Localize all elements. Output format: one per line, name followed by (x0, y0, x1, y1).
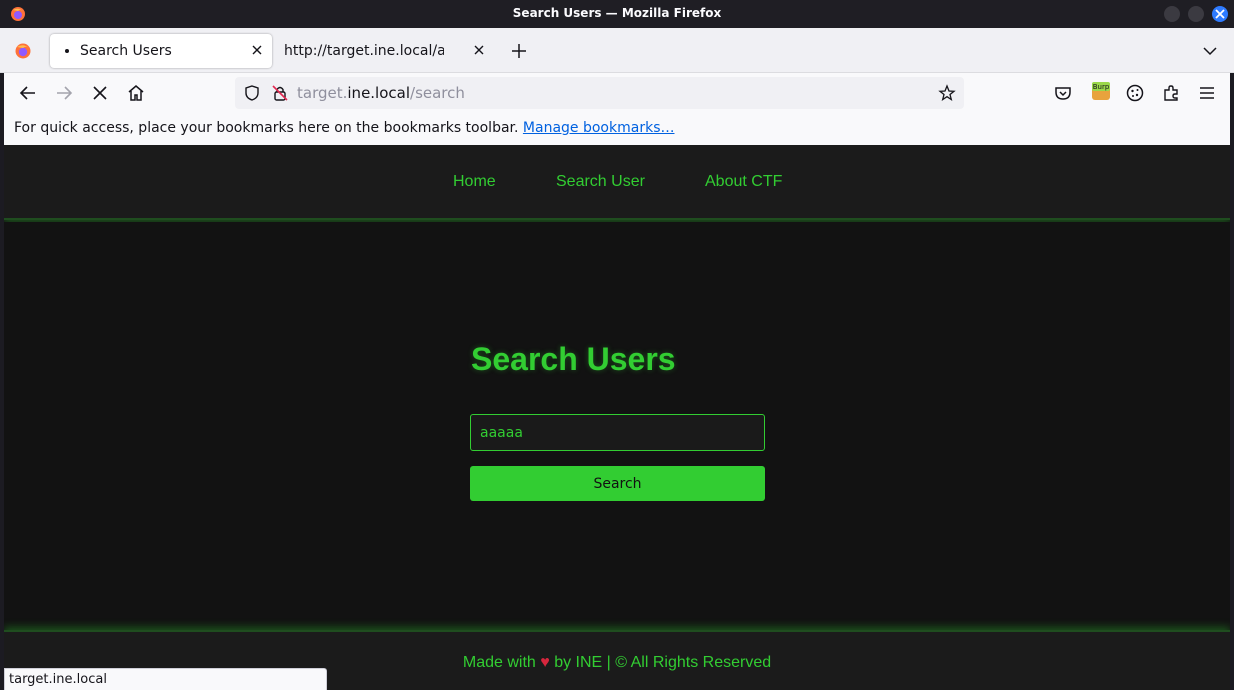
web-page: Home Search User About CTF Search Users … (4, 145, 1230, 690)
close-icon (1215, 9, 1225, 19)
window-title: Search Users — Mozilla Firefox (512, 6, 722, 20)
nav-link-about-ctf[interactable]: About CTF (705, 173, 782, 191)
bookmarks-toolbar: For quick access, place your bookmarks h… (4, 113, 1230, 145)
url-host: ine.local (347, 84, 411, 102)
url-bar[interactable]: target.ine.local/search (235, 77, 964, 109)
nav-link-search-user[interactable]: Search User (556, 173, 645, 191)
page-title: Search Users (471, 341, 676, 377)
tab-about-ctf[interactable]: http://target.ine.local/about-ctf (276, 34, 494, 68)
bookmarks-message: For quick access, place your bookmarks h… (14, 120, 674, 136)
nav-link-home[interactable]: Home (453, 173, 496, 191)
search-button[interactable]: Search (470, 466, 765, 501)
new-tab-icon[interactable] (509, 41, 529, 61)
site-header: Home Search User About CTF (4, 145, 1230, 220)
back-arrow-icon[interactable] (18, 83, 38, 103)
close-tab-icon[interactable] (472, 43, 486, 57)
extensions-puzzle-icon[interactable] (1161, 83, 1181, 103)
maximize-button[interactable] (1188, 6, 1204, 22)
window-border-right (1230, 73, 1234, 690)
footer-made-with: Made with (462, 654, 536, 671)
tab-search-users[interactable]: Search Users (50, 34, 272, 68)
title-bar: Search Users — Mozilla Firefox (0, 0, 1234, 28)
hamburger-menu-icon[interactable] (1197, 83, 1217, 103)
tab-label: http://target.ine.local/about-ctf (284, 43, 444, 59)
manage-bookmarks-link[interactable]: Manage bookmarks… (523, 120, 675, 136)
loading-dot-icon (65, 49, 69, 53)
minimize-button[interactable] (1164, 6, 1180, 22)
tab-strip: Search Users http://target.ine.local/abo… (0, 28, 1234, 73)
firefox-view-icon[interactable] (14, 42, 32, 60)
close-tab-icon[interactable] (250, 43, 264, 57)
url-path: /search (410, 84, 465, 102)
status-bar-url: target.ine.local (4, 668, 327, 690)
forward-arrow-icon[interactable] (54, 83, 74, 103)
home-icon[interactable] (126, 83, 146, 103)
bookmarks-hint-text: For quick access, place your bookmarks h… (14, 120, 519, 136)
insecure-lock-icon[interactable] (271, 84, 289, 102)
close-window-button[interactable] (1212, 6, 1228, 22)
search-input[interactable] (470, 414, 765, 451)
chevron-down-icon[interactable] (1201, 42, 1219, 60)
tab-label: Search Users (80, 43, 172, 59)
burp-extension-icon[interactable]: Burp (1090, 80, 1112, 102)
stop-loading-icon[interactable] (90, 83, 110, 103)
pocket-icon[interactable] (1053, 83, 1073, 103)
burp-extension-label: Burp (1093, 83, 1110, 91)
heart-icon: ♥ (540, 654, 550, 671)
footer-copyright: by INE | © All Rights Reserved (554, 654, 772, 671)
browser-window: Search Users — Mozilla Firefox Search Us… (0, 0, 1234, 690)
url-text[interactable]: target.ine.local/search (297, 84, 465, 102)
cookie-icon[interactable] (1125, 83, 1145, 103)
url-prefix: target. (297, 84, 348, 102)
navigation-toolbar: target.ine.local/search Burp (0, 73, 1234, 113)
tracking-protection-shield-icon[interactable] (243, 84, 261, 102)
bookmark-star-icon[interactable] (938, 84, 956, 102)
